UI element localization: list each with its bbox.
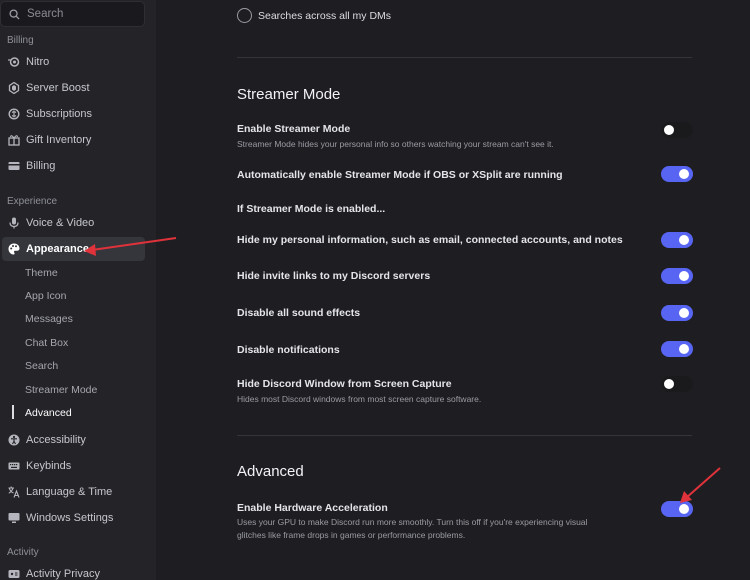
toggle-knob: [679, 308, 689, 318]
sidebar-item-windows-settings[interactable]: Windows Settings: [2, 506, 145, 530]
section-divider: [237, 57, 692, 58]
sidebar-subitem-theme[interactable]: Theme: [25, 264, 58, 282]
active-subitem-indicator: [12, 405, 14, 419]
sidebar-item-billing[interactable]: Billing: [2, 154, 145, 178]
palette-icon: [8, 243, 20, 255]
sidebar-item-accessibility[interactable]: Accessibility: [2, 428, 145, 452]
hardware-acceleration-toggle[interactable]: [661, 501, 693, 517]
search-box[interactable]: [0, 1, 145, 27]
sidebar-subitem-chat-box[interactable]: Chat Box: [25, 334, 68, 352]
disable-sounds-toggle[interactable]: [661, 305, 693, 321]
hide-personal-info-label: Hide my personal information, such as em…: [237, 234, 623, 246]
toggle-knob: [679, 504, 689, 514]
enable-streamer-mode-toggle[interactable]: [661, 122, 693, 138]
toggle-knob: [679, 344, 689, 354]
section-header-billing: Billing: [7, 35, 34, 46]
sidebar-item-voice-video[interactable]: Voice & Video: [2, 211, 145, 235]
hide-window-capture-label: Hide Discord Window from Screen Capture: [237, 378, 452, 390]
sidebar-subitem-app-icon[interactable]: App Icon: [25, 287, 66, 305]
toggle-knob: [664, 125, 674, 135]
hide-window-capture-toggle[interactable]: [661, 376, 693, 392]
radio-button[interactable]: [237, 8, 252, 23]
settings-sidebar: Billing Nitro Server Boost Subscriptions…: [0, 0, 156, 580]
sidebar-item-label: Gift Inventory: [26, 134, 92, 146]
subscriptions-icon: [8, 108, 20, 120]
if-enabled-subheader: If Streamer Mode is enabled...: [237, 203, 386, 215]
sidebar-subitem-streamer-mode[interactable]: Streamer Mode: [25, 381, 97, 399]
hardware-acceleration-label: Enable Hardware Acceleration: [237, 502, 388, 514]
sidebar-item-label: Appearance: [26, 243, 89, 255]
toggle-knob: [679, 271, 689, 281]
enable-streamer-mode-desc: Streamer Mode hides your personal info s…: [237, 139, 554, 149]
gift-icon: [8, 134, 20, 146]
sidebar-item-label: Keybinds: [26, 460, 72, 472]
auto-streamer-mode-label: Automatically enable Streamer Mode if OB…: [237, 169, 563, 181]
hide-window-capture-desc: Hides most Discord windows from most scr…: [237, 394, 482, 404]
sidebar-item-label: Server Boost: [26, 82, 90, 94]
hide-personal-info-toggle[interactable]: [661, 232, 693, 248]
advanced-title: Advanced: [237, 463, 304, 480]
search-dms-label: Searches across all my DMs: [258, 9, 392, 22]
sidebar-item-nitro[interactable]: Nitro: [2, 50, 145, 74]
sidebar-subitem-search[interactable]: Search: [25, 357, 58, 375]
sidebar-subitem-messages[interactable]: Messages: [25, 310, 73, 328]
section-header-experience: Experience: [7, 196, 58, 207]
sidebar-item-gift-inventory[interactable]: Gift Inventory: [2, 128, 145, 152]
auto-streamer-mode-toggle[interactable]: [661, 166, 693, 182]
microphone-icon: [8, 217, 20, 229]
toggle-knob: [664, 379, 674, 389]
sidebar-item-label: Billing: [26, 160, 56, 172]
sidebar-item-label: Language & Time: [26, 486, 113, 498]
sidebar-item-label: Windows Settings: [26, 512, 114, 524]
search-input[interactable]: [27, 8, 127, 20]
section-divider: [237, 435, 692, 436]
sidebar-item-server-boost[interactable]: Server Boost: [2, 76, 145, 100]
sidebar-item-subscriptions[interactable]: Subscriptions: [2, 102, 145, 126]
hide-invite-links-toggle[interactable]: [661, 268, 693, 284]
sidebar-item-language-time[interactable]: Language & Time: [2, 480, 145, 504]
settings-content: Searches across all my DMs Streamer Mode…: [156, 0, 750, 580]
monitor-icon: [8, 512, 20, 524]
hardware-acceleration-desc: Uses your GPU to make Discord run more s…: [237, 517, 588, 540]
enable-streamer-mode-label: Enable Streamer Mode: [237, 123, 351, 135]
section-header-activity: Activity: [7, 547, 39, 558]
disable-sounds-label: Disable all sound effects: [237, 307, 361, 319]
sidebar-item-keybinds[interactable]: Keybinds: [2, 454, 145, 478]
sidebar-item-label: Nitro: [26, 56, 50, 68]
disable-notifications-toggle[interactable]: [661, 341, 693, 357]
boost-icon: [8, 82, 20, 94]
search-icon: [9, 8, 20, 20]
toggle-knob: [679, 235, 689, 245]
hide-invite-links-label: Hide invite links to my Discord servers: [237, 270, 431, 282]
accessibility-icon: [8, 434, 20, 446]
sidebar-item-label: Subscriptions: [26, 108, 93, 120]
toggle-knob: [679, 169, 689, 179]
sidebar-item-activity-privacy[interactable]: Activity Privacy: [2, 562, 145, 580]
sidebar-item-label: Voice & Video: [26, 217, 95, 229]
disable-notifications-label: Disable notifications: [237, 344, 340, 356]
keyboard-icon: [8, 460, 20, 472]
language-icon: [8, 486, 20, 498]
billing-icon: [8, 160, 20, 172]
search-dms-option[interactable]: Searches across all my DMs: [237, 8, 391, 23]
sidebar-subitem-advanced[interactable]: Advanced: [25, 404, 72, 422]
nitro-icon: [8, 56, 20, 68]
streamer-mode-title: Streamer Mode: [237, 86, 341, 103]
sidebar-item-label: Accessibility: [26, 434, 86, 446]
activity-icon: [8, 568, 20, 580]
sidebar-item-appearance[interactable]: Appearance: [2, 237, 145, 261]
sidebar-item-label: Activity Privacy: [26, 568, 100, 580]
